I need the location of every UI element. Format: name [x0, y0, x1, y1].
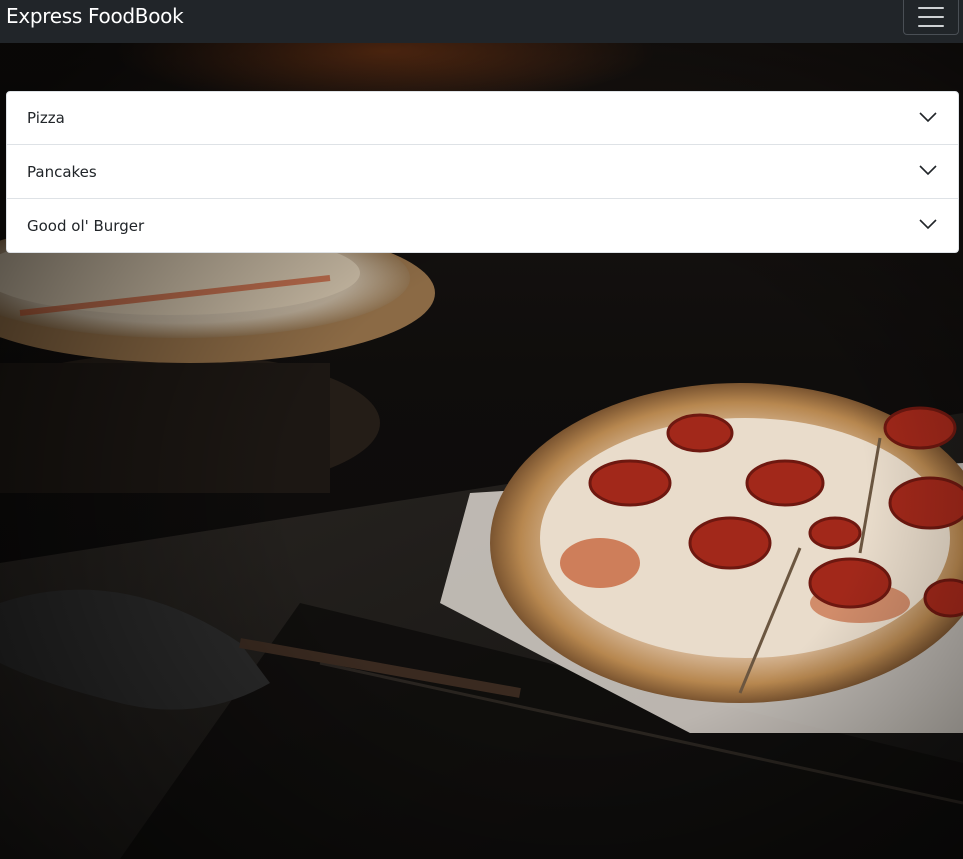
- accordion-item-label: Pizza: [27, 109, 65, 127]
- navbar: Express FoodBook: [0, 0, 963, 43]
- accordion-item-burger[interactable]: Good ol' Burger: [6, 199, 959, 253]
- accordion-item-pancakes[interactable]: Pancakes: [6, 145, 959, 199]
- brand-title[interactable]: Express FoodBook: [6, 4, 184, 28]
- accordion-item-label: Pancakes: [27, 162, 97, 181]
- food-accordion: Pizza Pancakes Good ol' Burger: [6, 91, 959, 253]
- chevron-down-icon: [919, 165, 937, 176]
- accordion-item-pizza[interactable]: Pizza: [6, 91, 959, 145]
- accordion-item-label: Good ol' Burger: [27, 216, 145, 235]
- chevron-down-icon: [919, 112, 937, 123]
- chevron-down-icon: [919, 219, 937, 230]
- navbar-toggler-button[interactable]: [903, 0, 959, 35]
- hamburger-menu-icon: [918, 7, 944, 27]
